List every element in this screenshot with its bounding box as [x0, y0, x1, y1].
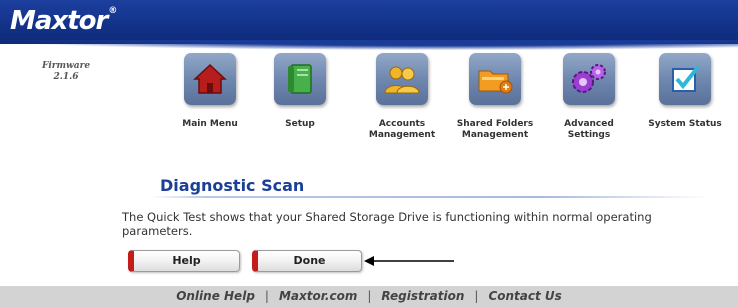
house-icon[interactable] [184, 53, 236, 105]
nav-label-setup[interactable]: Setup [260, 119, 340, 130]
footer-bar: Online Help | Maxtor.com | Registration | Cont… [0, 286, 738, 307]
nav-label-system-status[interactable]: System Status [645, 119, 725, 130]
footer-link-online-help[interactable]: Online Help [176, 289, 255, 303]
nav-accounts-management[interactable]: Accounts Management [362, 53, 442, 141]
footer-separator: | [264, 289, 269, 303]
nav-label-advanced-settings[interactable]: Advanced Settings [549, 119, 629, 141]
header-banner: Maxtor® [0, 0, 738, 50]
firmware-info: Firmware 2.1.6 [36, 61, 96, 83]
logo-trademark: ® [108, 6, 117, 16]
firmware-version: 2.1.6 [53, 72, 79, 82]
diagnostic-message: The Quick Test shows that your Shared St… [122, 210, 652, 238]
gears-icon[interactable] [563, 53, 615, 105]
nav-advanced-settings[interactable]: Advanced Settings [549, 53, 629, 141]
title-divider [150, 196, 710, 198]
footer-separator: | [367, 289, 372, 303]
done-button[interactable]: Done [252, 250, 362, 272]
footer-separator: | [474, 289, 479, 303]
footer-link-maxtor-com[interactable]: Maxtor.com [279, 289, 357, 303]
nav-label-accounts-management[interactable]: Accounts Management [362, 119, 442, 141]
footer-link-registration[interactable]: Registration [381, 289, 464, 303]
nav-system-status[interactable]: System Status [645, 53, 725, 130]
help-button[interactable]: Help [128, 250, 240, 272]
section-title: Diagnostic Scan [160, 176, 305, 195]
nav-label-shared-folders-management[interactable]: Shared Folders Management [455, 119, 535, 141]
logo-text: Maxtor [10, 6, 108, 36]
users-icon[interactable] [376, 53, 428, 105]
nav-main-menu[interactable]: Main Menu [170, 53, 250, 130]
book-icon[interactable] [274, 53, 326, 105]
nav-label-main-menu[interactable]: Main Menu [170, 119, 250, 130]
nav-setup[interactable]: Setup [260, 53, 340, 130]
maxtor-logo: Maxtor® [10, 6, 117, 36]
footer-link-contact-us[interactable]: Contact Us [488, 289, 561, 303]
nav-shared-folders-management[interactable]: Shared Folders Management [455, 53, 535, 141]
arrow-pointer-icon [364, 256, 454, 266]
firmware-label: Firmware [41, 61, 91, 71]
checkbox-icon[interactable] [659, 53, 711, 105]
shared-folder-icon[interactable] [469, 53, 521, 105]
